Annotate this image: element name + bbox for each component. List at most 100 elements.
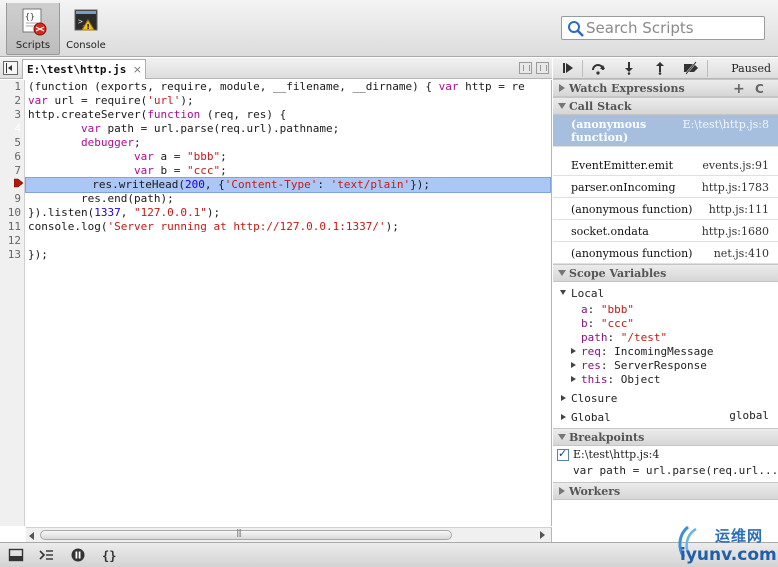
frame-function: (anonymous function) <box>571 118 647 144</box>
collapsed-triangle-icon[interactable] <box>571 376 576 382</box>
scripts-label: Scripts <box>15 40 51 51</box>
code-line-9: res.end(path); <box>28 192 174 205</box>
scroll-right-icon[interactable] <box>540 531 545 539</box>
line-number[interactable]: 1 <box>0 80 23 94</box>
step-over-icon <box>592 64 605 75</box>
svg-text:{}: {} <box>102 549 116 563</box>
call-stack-frame[interactable]: socket.ondata http.js:1680 <box>553 220 778 242</box>
frame-location[interactable]: events.js:91 <box>702 159 769 172</box>
breakpoint-location[interactable]: E:\test\http.js:4 <box>573 448 659 462</box>
code-editor[interactable]: 1 2 3 4 5 6 7 9 10 11 12 13 (function (e… <box>0 80 552 526</box>
call-stack-title: Call Stack <box>569 100 632 113</box>
line-number[interactable]: 5 <box>0 136 23 150</box>
code-line-4: var path = url.parse(req.url).pathname; <box>80 122 340 135</box>
scope-variables-header[interactable]: Scope Variables <box>553 264 778 282</box>
call-stack-frame[interactable]: EventEmitter.emit events.js:91 <box>553 154 778 176</box>
show-console-button[interactable] <box>34 546 58 565</box>
code-line-1: (function (exports, require, module, __f… <box>28 80 525 93</box>
frame-function: (anonymous function) <box>571 203 693 216</box>
workers-header[interactable]: Workers <box>553 482 778 500</box>
pause-icon <box>71 548 85 562</box>
call-stack-frame-selected[interactable]: (anonymous function) E:\test\http.js:8 <box>553 115 778 147</box>
file-tab-http-js[interactable]: E:\test\http.js × <box>22 59 146 79</box>
line-number[interactable]: 3 <box>0 108 23 122</box>
scrollbar-thumb[interactable] <box>40 528 452 540</box>
collapsed-triangle-icon[interactable] <box>571 348 576 354</box>
frame-location[interactable]: net.js:410 <box>714 247 769 260</box>
code-line-8-current: res.writeHead(200, {'Content-Type': 'tex… <box>25 177 551 193</box>
devtools-toolbar: {} Scripts >_ ! Console <box>0 0 778 57</box>
line-number[interactable]: 7 <box>0 164 23 178</box>
file-tab-label: E:\test\http.js <box>27 63 127 76</box>
code-line-11: console.log('Server running at http://12… <box>28 220 399 233</box>
line-number[interactable]: 11 <box>0 220 23 234</box>
expanded-triangle-icon <box>558 103 566 109</box>
line-number[interactable]: 13 <box>0 248 23 262</box>
toggle-navigator-icon[interactable] <box>3 61 18 75</box>
collapsed-triangle-icon[interactable] <box>561 395 566 401</box>
code-line-13: }); <box>28 248 48 261</box>
editor-split-icon[interactable] <box>519 62 532 74</box>
search-box[interactable] <box>561 16 765 40</box>
step-over-button[interactable] <box>586 60 610 77</box>
breakpoints-header[interactable]: Breakpoints <box>553 428 778 446</box>
scope-property-req[interactable]: req: IncomingMessage <box>571 345 713 359</box>
line-gutter[interactable]: 1 2 3 4 5 6 7 9 10 11 12 13 <box>0 80 25 526</box>
step-out-button[interactable] <box>648 60 672 77</box>
watermark-cn: 运维网 <box>715 527 764 545</box>
scope-closure[interactable]: Closure <box>561 392 617 406</box>
resume-button[interactable] <box>556 60 580 77</box>
scope-local[interactable]: Local <box>560 287 605 301</box>
deactivate-breakpoints-button[interactable] <box>679 60 703 77</box>
pretty-print-button[interactable]: {} <box>97 546 121 565</box>
site-watermark: 运维网 iyunv.com <box>672 515 778 567</box>
breakpoint-snippet: var path = url.parse(req.url... <box>573 464 778 477</box>
code-line-3: http.createServer(function (req, res) { <box>28 108 287 121</box>
scope-property-a: a: "bbb" <box>581 303 634 316</box>
breakpoint-checkbox[interactable] <box>557 447 569 461</box>
refresh-watch-icon[interactable]: C <box>755 82 764 96</box>
dock-button[interactable] <box>4 546 28 565</box>
paused-status: Paused <box>731 62 771 75</box>
scripts-panel-button[interactable]: {} Scripts <box>6 3 60 55</box>
dock-icon <box>8 548 24 562</box>
collapsed-triangle-icon[interactable] <box>561 414 566 420</box>
console-panel-button[interactable]: >_ ! Console <box>59 3 113 55</box>
scope-property-this[interactable]: this: Object <box>571 373 661 387</box>
line-number[interactable]: 2 <box>0 94 23 108</box>
call-stack-frame[interactable]: parser.onIncoming http.js:1783 <box>553 176 778 198</box>
scope-variables-title: Scope Variables <box>569 267 667 280</box>
line-number[interactable]: 6 <box>0 150 23 164</box>
frame-location[interactable]: http.js:1680 <box>702 225 769 238</box>
frame-location[interactable]: http.js:1783 <box>702 181 769 194</box>
line-number[interactable]: 12 <box>0 234 23 248</box>
scroll-left-icon[interactable] <box>29 532 34 540</box>
scope-property-res[interactable]: res: ServerResponse <box>571 359 707 373</box>
frame-location[interactable]: E:\test\http.js:8 <box>683 118 769 131</box>
collapsed-triangle-icon <box>559 487 565 495</box>
editor-debug-icon[interactable] <box>536 62 549 74</box>
call-stack-frame[interactable]: (anonymous function) net.js:410 <box>553 242 778 264</box>
search-input[interactable] <box>586 19 762 37</box>
scope-local-label: Local <box>571 287 605 300</box>
call-stack-header[interactable]: Call Stack <box>553 97 778 115</box>
step-into-icon <box>625 62 633 75</box>
collapsed-triangle-icon[interactable] <box>571 362 576 368</box>
frame-function: EventEmitter.emit <box>571 159 674 172</box>
watch-expressions-header[interactable]: Watch Expressions + C <box>553 79 778 97</box>
expanded-triangle-icon <box>558 434 566 440</box>
line-number[interactable]: 10 <box>0 206 23 220</box>
code-line-10: }).listen(1337, "127.0.0.1"); <box>28 206 221 219</box>
horizontal-scrollbar[interactable] <box>26 527 552 542</box>
line-number[interactable]: 9 <box>0 192 23 206</box>
frame-location[interactable]: http.js:111 <box>709 203 769 216</box>
collapsed-triangle-icon <box>559 84 565 92</box>
call-stack-frame[interactable]: (anonymous function) http.js:111 <box>553 198 778 220</box>
add-watch-icon[interactable]: + <box>733 81 745 97</box>
step-into-button[interactable] <box>617 60 641 77</box>
breakpoint-line-number[interactable]: 4 <box>0 122 24 136</box>
close-tab-icon[interactable]: × <box>133 63 142 76</box>
pause-on-exceptions-button[interactable] <box>66 546 90 565</box>
breakpoints-title: Breakpoints <box>569 431 645 444</box>
scope-global[interactable]: Global <box>561 411 611 425</box>
